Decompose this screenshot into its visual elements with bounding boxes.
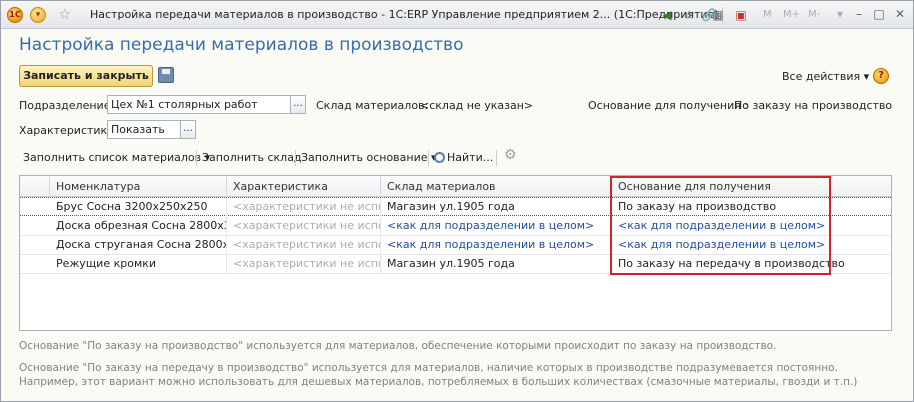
toolbar-separator xyxy=(295,150,296,166)
memory-m-button[interactable]: M xyxy=(763,9,772,20)
basis-cell[interactable]: <как для подразделении в целом> xyxy=(612,236,891,255)
help-icon[interactable]: ? xyxy=(873,68,889,84)
column-header-warehouse[interactable]: Склад материалов xyxy=(381,176,612,197)
close-icon[interactable]: ✕ xyxy=(892,6,908,22)
nomenclature-cell[interactable]: Доска обрезная Сосна 2800x3... xyxy=(50,217,227,236)
toolbar-separator xyxy=(496,150,497,166)
basis-label: Основание для получения : xyxy=(588,99,749,112)
memory-dropdown-icon[interactable]: ▾ xyxy=(832,6,848,22)
table-row[interactable]: Режущие кромки <характеристики не испол.… xyxy=(20,255,891,274)
1c-logo-icon[interactable]: 1С xyxy=(7,7,23,23)
favorites-star-icon[interactable]: ☆ xyxy=(58,5,71,23)
basis-cell[interactable]: <как для подразделении в целом> xyxy=(612,217,891,236)
characteristic-cell[interactable]: <характеристики не испол... xyxy=(227,236,381,255)
note-line-1: Основание "По заказу на производство" ис… xyxy=(19,340,777,352)
fill-warehouse-button[interactable]: Заполнить склад xyxy=(202,151,302,164)
division-pick-button[interactable]: ... xyxy=(290,95,306,114)
row-marker-header xyxy=(20,176,50,197)
save-and-close-button[interactable]: Записать и закрыть xyxy=(19,65,153,87)
save-icon[interactable] xyxy=(158,67,174,83)
warehouse-value-link[interactable]: <склад не указан> xyxy=(420,99,533,112)
basis-cell[interactable]: По заказу на производство xyxy=(612,198,891,217)
table-row[interactable]: Доска струганая Сосна 2800x3... <характе… xyxy=(20,236,891,255)
title-bar: 1С ▾ ☆ Настройка передачи материалов в п… xyxy=(1,1,913,29)
back-icon[interactable]: ◀ xyxy=(659,7,675,23)
find-label: Найти... xyxy=(447,151,494,164)
warehouse-label: Склад материалов: xyxy=(316,99,429,112)
calculator-icon[interactable]: ▦ xyxy=(710,7,726,23)
toolbar-separator xyxy=(428,150,429,166)
characteristic-cell[interactable]: <характеристики не испол... xyxy=(227,217,381,236)
column-header-nomenclature[interactable]: Номенклатура xyxy=(50,176,227,197)
column-header-characteristic[interactable]: Характеристика xyxy=(227,176,381,197)
characteristics-pick-button[interactable]: ... xyxy=(180,120,196,139)
basis-cell[interactable]: По заказу на передачу в производство xyxy=(612,255,891,274)
column-header-basis[interactable]: Основание для получения xyxy=(612,176,891,197)
maximize-icon[interactable]: □ xyxy=(871,6,887,22)
window-title: Настройка передачи материалов в производ… xyxy=(90,8,719,21)
warehouse-cell[interactable]: <как для подразделении в целом> xyxy=(381,217,612,236)
fill-basis-menu[interactable]: Заполнить основание ▾ xyxy=(301,151,437,164)
memory-m-minus-button[interactable]: M- xyxy=(808,9,820,20)
characteristic-cell[interactable]: <характеристики не испол... xyxy=(227,198,381,217)
characteristics-label: Характеристики: xyxy=(19,124,119,137)
table-header: Номенклатура Характеристика Склад матери… xyxy=(20,176,891,197)
division-label: Подразделение: xyxy=(19,99,115,112)
app-window: 1С ▾ ☆ Настройка передачи материалов в п… xyxy=(0,0,914,402)
find-button[interactable]: Найти... xyxy=(434,151,493,164)
main-menu-icon[interactable]: ▾ xyxy=(30,7,46,23)
settings-icon[interactable]: ⚙ xyxy=(504,147,517,163)
table-row[interactable]: Брус Сосна 3200x250x250 <характеристики … xyxy=(20,197,891,217)
nomenclature-cell[interactable]: Доска струганая Сосна 2800x3... xyxy=(50,236,227,255)
search-icon xyxy=(434,152,445,163)
materials-table[interactable]: Номенклатура Характеристика Склад матери… xyxy=(19,175,892,331)
nomenclature-cell[interactable]: Брус Сосна 3200x250x250 xyxy=(50,198,227,217)
note-line-2: Основание "По заказу на передачу в произ… xyxy=(19,362,838,374)
memory-m-plus-button[interactable]: M+ xyxy=(783,9,800,20)
warehouse-cell[interactable]: Магазин ул.1905 года xyxy=(381,255,612,274)
warehouse-cell[interactable]: <как для подразделении в целом> xyxy=(381,236,612,255)
calendar-icon[interactable]: ▣ xyxy=(733,7,749,23)
characteristics-field[interactable]: Показать xyxy=(107,120,181,139)
note-line-3: Например, этот вариант можно использоват… xyxy=(19,376,858,388)
form-title: Настройка передачи материалов в производ… xyxy=(19,35,464,55)
characteristic-cell[interactable]: <характеристики не испол... xyxy=(227,255,381,274)
basis-value-link[interactable]: По заказу на производство xyxy=(734,99,892,112)
table-row[interactable]: Доска обрезная Сосна 2800x3... <характер… xyxy=(20,217,891,236)
fill-materials-menu[interactable]: Заполнить список материалов ▾ xyxy=(23,151,210,164)
warehouse-cell[interactable]: Магазин ул.1905 года xyxy=(381,198,612,217)
history-icon[interactable]: ☆ xyxy=(681,7,697,23)
minimize-icon[interactable]: – xyxy=(851,6,867,22)
division-field[interactable]: Цех №1 столярных работ xyxy=(107,95,291,114)
all-actions-menu[interactable]: Все действия ▾ xyxy=(782,70,869,83)
nomenclature-cell[interactable]: Режущие кромки xyxy=(50,255,227,274)
toolbar-separator xyxy=(196,150,197,166)
